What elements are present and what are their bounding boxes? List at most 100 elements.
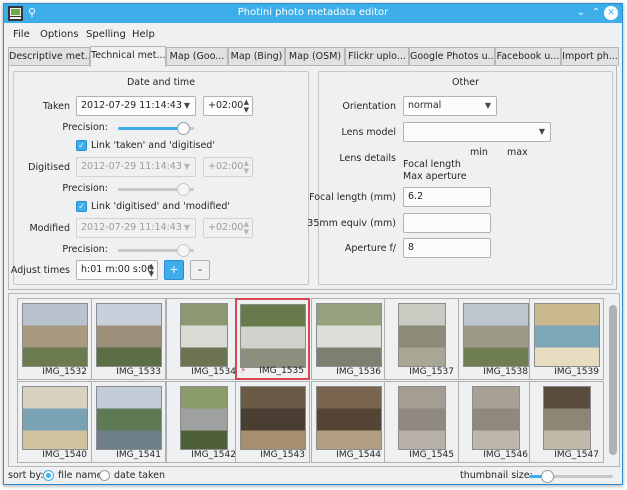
tab-facebook-upload[interactable]: Facebook u... (495, 47, 561, 66)
taken-label: Taken (42, 101, 70, 112)
scrollbar-handle[interactable] (609, 305, 617, 455)
thumbnail-filename: IMG_1539 (554, 367, 599, 377)
modified-precision-slider[interactable] (118, 244, 194, 257)
thumbnail-item[interactable]: IMG_1536 (311, 298, 386, 380)
thumbnail-item[interactable]: IMG_1533 (91, 298, 166, 380)
aperture-label: Aperture f/ (344, 243, 396, 254)
modified-icon: ⚡ (240, 366, 247, 376)
adjust-plus-button[interactable]: + (164, 260, 184, 280)
orientation-select[interactable]: normal ▼ (403, 96, 497, 116)
tab-flickr-upload[interactable]: Flickr uplo... (345, 47, 409, 66)
thumbnail-filename: IMG_1532 (42, 367, 87, 377)
taken-timezone-field[interactable]: +02:00 ▲ ▼ (203, 96, 253, 116)
thumbnail-item[interactable]: IMG_1540 (17, 381, 92, 463)
thumbnail-item[interactable]: IMG_1532 (17, 298, 92, 380)
digitised-precision-slider[interactable] (118, 183, 194, 196)
menu-spelling[interactable]: Spelling (86, 29, 126, 40)
chevron-down-icon: ▼ (183, 223, 190, 232)
photo-thumbnail-image (315, 303, 382, 367)
close-icon[interactable]: ✕ (604, 6, 618, 20)
thumbnail-item[interactable]: IMG_1546 (458, 381, 533, 463)
menu-file[interactable]: File (13, 29, 30, 40)
tab-technical-metadata[interactable]: Technical met... (90, 46, 166, 67)
lens-model-select[interactable]: ▼ (403, 122, 551, 142)
digitised-datetime-field[interactable]: 2012-07-29 11:14:43 ▼ (76, 157, 196, 177)
thumbnail-filename: IMG_1541 (116, 450, 161, 460)
sort-file-name-radio[interactable] (43, 470, 54, 481)
focal-length-input[interactable]: 6.2 (403, 187, 491, 207)
slider-fill (118, 127, 184, 130)
focal-length-label: Focal length (mm) (309, 192, 396, 203)
photo-thumbnail-image (397, 386, 446, 450)
thumbnail-filename: IMG_1534 (191, 367, 236, 377)
chevron-down-icon: ▼ (183, 162, 190, 171)
digitised-timezone-field[interactable]: +02:00 ▲ ▼ (203, 157, 253, 177)
tab-descriptive-metadata[interactable]: Descriptive met... (8, 47, 90, 66)
photo-thumbnail-image (95, 303, 162, 367)
slider-handle[interactable] (177, 244, 190, 257)
sort-by-label: sort by: (8, 470, 44, 481)
modified-timezone-field[interactable]: +02:00 ▲ ▼ (203, 218, 253, 238)
photo-thumbnail-image (397, 303, 446, 367)
link-digitised-modified-checkbox[interactable]: ✓ (76, 201, 87, 212)
thumbnail-filename: IMG_1547 (554, 450, 599, 460)
tab-import-photos[interactable]: Import ph... (561, 47, 619, 66)
equiv-35mm-input[interactable] (403, 213, 491, 233)
thumbnail-item[interactable]: IMG_1538 (458, 298, 533, 380)
date-time-group: Date and time Taken 2012-07-29 11:14:43 … (11, 71, 309, 285)
sort-date-taken-label[interactable]: date taken (114, 470, 165, 481)
menu-bar: File Options Spelling Help (4, 25, 622, 45)
slider-handle[interactable] (177, 183, 190, 196)
thumbnail-item[interactable]: IMG_1544 (311, 381, 386, 463)
menu-options[interactable]: Options (40, 29, 79, 40)
aperture-input[interactable]: 8 (403, 238, 491, 258)
link-taken-digitised-checkbox[interactable]: ✓ (76, 140, 87, 151)
maximize-icon[interactable]: ⌃ (589, 6, 603, 20)
thumbnail-item[interactable]: IMG_1541 (91, 381, 166, 463)
thumbnail-item[interactable]: IMG_1534 (166, 298, 241, 380)
thumbnail-item[interactable]: ⚡ IMG_1535 (235, 298, 310, 380)
title-bar[interactable]: ⚲ Photini photo metadata editor ⌄ ⌃ ✕ (4, 4, 622, 23)
photo-thumbnail-image (315, 386, 382, 450)
adjust-times-field[interactable]: h:01 m:00 s:00 ▲ ▼ (76, 260, 158, 280)
tab-bar: Descriptive met... Technical met... Map … (8, 46, 620, 67)
taken-datetime-field[interactable]: 2012-07-29 11:14:43 ▼ (76, 96, 196, 116)
taken-precision-label: Precision: (62, 122, 108, 133)
thumbnail-filename: IMG_1533 (116, 367, 161, 377)
spin-arrows-icon: ▲ ▼ (243, 98, 249, 114)
menu-help[interactable]: Help (132, 29, 155, 40)
photo-thumbnail-image (95, 386, 162, 450)
slider-handle[interactable] (177, 122, 190, 135)
modified-datetime-field[interactable]: 2012-07-29 11:14:43 ▼ (76, 218, 196, 238)
thumbnail-item[interactable]: IMG_1539 (529, 298, 604, 380)
thumbnail-scrollbar[interactable] (609, 297, 617, 463)
orientation-value: normal (408, 100, 442, 111)
minimize-icon[interactable]: ⌄ (574, 6, 588, 20)
tab-google-photos-upload[interactable]: Google Photos u... (409, 47, 495, 66)
photo-thumbnail-image (179, 303, 228, 367)
photo-thumbnail-image (462, 303, 529, 367)
tab-map-bing[interactable]: Map (Bing) (228, 47, 285, 66)
sort-file-name-label[interactable]: file name (58, 470, 102, 481)
digitised-precision-label: Precision: (62, 183, 108, 194)
slider-handle[interactable] (541, 470, 554, 483)
thumbnail-size-slider[interactable] (529, 470, 613, 483)
thumbnail-grid[interactable]: IMG_1532 IMG_1533 IMG_1534 ⚡ IMG_1535 IMG_153… (8, 293, 620, 467)
thumbnail-item[interactable]: IMG_1537 (384, 298, 459, 380)
adjust-minus-button[interactable]: - (190, 260, 210, 280)
thumbnail-item[interactable]: IMG_1543 (235, 381, 310, 463)
thumbnail-item[interactable]: IMG_1542 (166, 381, 241, 463)
lens-model-label: Lens model (341, 127, 396, 138)
chevron-down-icon: ▼ (484, 101, 491, 110)
tab-map-google[interactable]: Map (Goo... (166, 47, 228, 66)
thumbnail-item[interactable]: IMG_1547 (529, 381, 604, 463)
photo-thumbnail-image (239, 304, 306, 368)
modified-precision-label: Precision: (62, 244, 108, 255)
thumbnail-filename: IMG_1535 (259, 366, 304, 376)
sort-date-taken-radio[interactable] (99, 470, 110, 481)
thumbnail-item[interactable]: IMG_1545 (384, 381, 459, 463)
taken-precision-slider[interactable] (118, 122, 194, 135)
lens-max-header: max (507, 147, 528, 158)
tab-map-osm[interactable]: Map (OSM) (285, 47, 345, 66)
photo-thumbnail-image (21, 386, 88, 450)
